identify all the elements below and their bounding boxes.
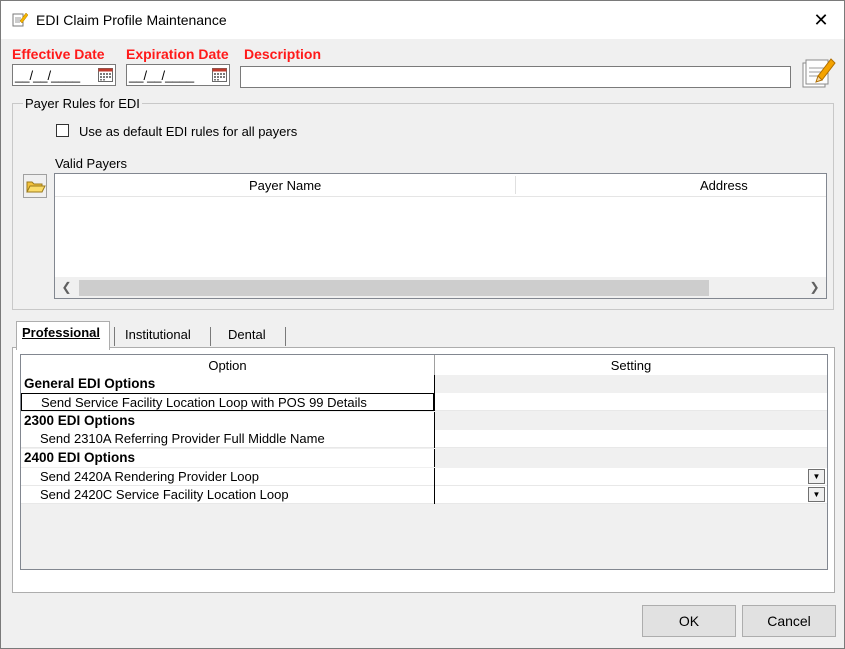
calendar-icon[interactable] [212, 68, 227, 82]
cancel-button[interactable]: Cancel [742, 605, 836, 637]
payers-grid-header: Payer Name Address [55, 174, 826, 197]
group-label: 2400 EDI Options [21, 449, 434, 467]
default-rules-checkbox[interactable] [56, 124, 69, 137]
column-header-address[interactable]: Address [700, 178, 748, 193]
edit-document-icon [12, 11, 29, 27]
tab-divider [285, 327, 286, 346]
option-row-2420c[interactable]: Send 2420C Service Facility Location Loo… [21, 486, 827, 504]
tab-institutional-label: Institutional [125, 327, 191, 342]
option-row-2420a[interactable]: Send 2420A Rendering Provider Loop ▼ [21, 468, 827, 486]
option-label[interactable]: Send 2420C Service Facility Location Loo… [21, 486, 434, 504]
dropdown-arrow-icon[interactable]: ▼ [808, 487, 825, 502]
horizontal-scrollbar[interactable]: ❮ ❯ [55, 277, 826, 298]
options-grid-header: Option Setting [21, 355, 827, 376]
edi-options-grid[interactable]: Option Setting General EDI Options Send … [20, 354, 828, 570]
setting-cell [435, 375, 827, 393]
setting-dropdown[interactable]: ▼ [435, 468, 827, 486]
scrollbar-thumb[interactable] [79, 280, 709, 296]
column-header-option[interactable]: Option [21, 358, 434, 373]
effective-date-value: __/__/____ [15, 68, 81, 83]
group-row-2300: 2300 EDI Options [21, 412, 827, 430]
group-row-2400: 2400 EDI Options [21, 449, 827, 467]
tab-divider [210, 327, 211, 346]
expiration-date-label: Expiration Date [126, 46, 229, 62]
setting-cell[interactable] [435, 430, 827, 448]
calendar-icon[interactable] [98, 68, 113, 82]
expiration-date-field[interactable]: __/__/____ [126, 64, 230, 86]
setting-cell[interactable] [435, 393, 827, 411]
tab-divider [114, 327, 115, 346]
group-label: 2300 EDI Options [21, 412, 434, 430]
option-label[interactable]: Send 2310A Referring Provider Full Middl… [21, 430, 434, 448]
open-folder-button[interactable] [23, 174, 47, 198]
valid-payers-grid[interactable]: Payer Name Address ❮ ❯ [54, 173, 827, 299]
tab-professional[interactable]: Professional [16, 321, 110, 350]
default-rules-checkbox-label[interactable]: Use as default EDI rules for all payers [79, 124, 297, 139]
payer-rules-title: Payer Rules for EDI [23, 96, 142, 111]
column-header-setting[interactable]: Setting [435, 358, 827, 373]
scroll-right-icon[interactable]: ❯ [807, 279, 822, 296]
setting-cell [435, 449, 827, 467]
tab-professional-label: Professional [22, 325, 101, 340]
tab-dental[interactable]: Dental [228, 324, 266, 346]
ok-button[interactable]: OK [642, 605, 736, 637]
effective-date-field[interactable]: __/__/____ [12, 64, 116, 86]
column-header-payer-name[interactable]: Payer Name [249, 178, 321, 193]
valid-payers-label: Valid Payers [55, 156, 128, 171]
description-label: Description [244, 46, 322, 62]
dialog-window: EDI Claim Profile Maintenance ✕ Effectiv… [0, 0, 845, 649]
description-input[interactable] [240, 66, 791, 88]
option-row-pos99[interactable]: Send Service Facility Location Loop with… [21, 393, 827, 411]
expiration-date-value: __/__/____ [129, 68, 195, 83]
title-bar: EDI Claim Profile Maintenance ✕ [1, 1, 844, 39]
open-folder-icon [26, 181, 46, 193]
column-divider[interactable] [515, 176, 516, 194]
tab-dental-label: Dental [228, 327, 266, 342]
dropdown-arrow-icon[interactable]: ▼ [808, 469, 825, 484]
group-row-general: General EDI Options [21, 375, 827, 393]
option-label[interactable]: Send 2420A Rendering Provider Loop [21, 468, 434, 486]
tab-institutional[interactable]: Institutional [125, 324, 191, 346]
edit-profile-icon[interactable] [800, 54, 836, 90]
option-row-2310a[interactable]: Send 2310A Referring Provider Full Middl… [21, 430, 827, 448]
group-label: General EDI Options [21, 375, 434, 393]
close-button[interactable]: ✕ [798, 1, 844, 39]
option-label[interactable]: Send Service Facility Location Loop with… [21, 393, 434, 411]
window-title: EDI Claim Profile Maintenance [36, 12, 227, 28]
effective-date-label: Effective Date [12, 46, 105, 62]
setting-cell [435, 412, 827, 430]
scroll-left-icon[interactable]: ❮ [59, 279, 74, 296]
setting-dropdown[interactable]: ▼ [435, 486, 827, 504]
